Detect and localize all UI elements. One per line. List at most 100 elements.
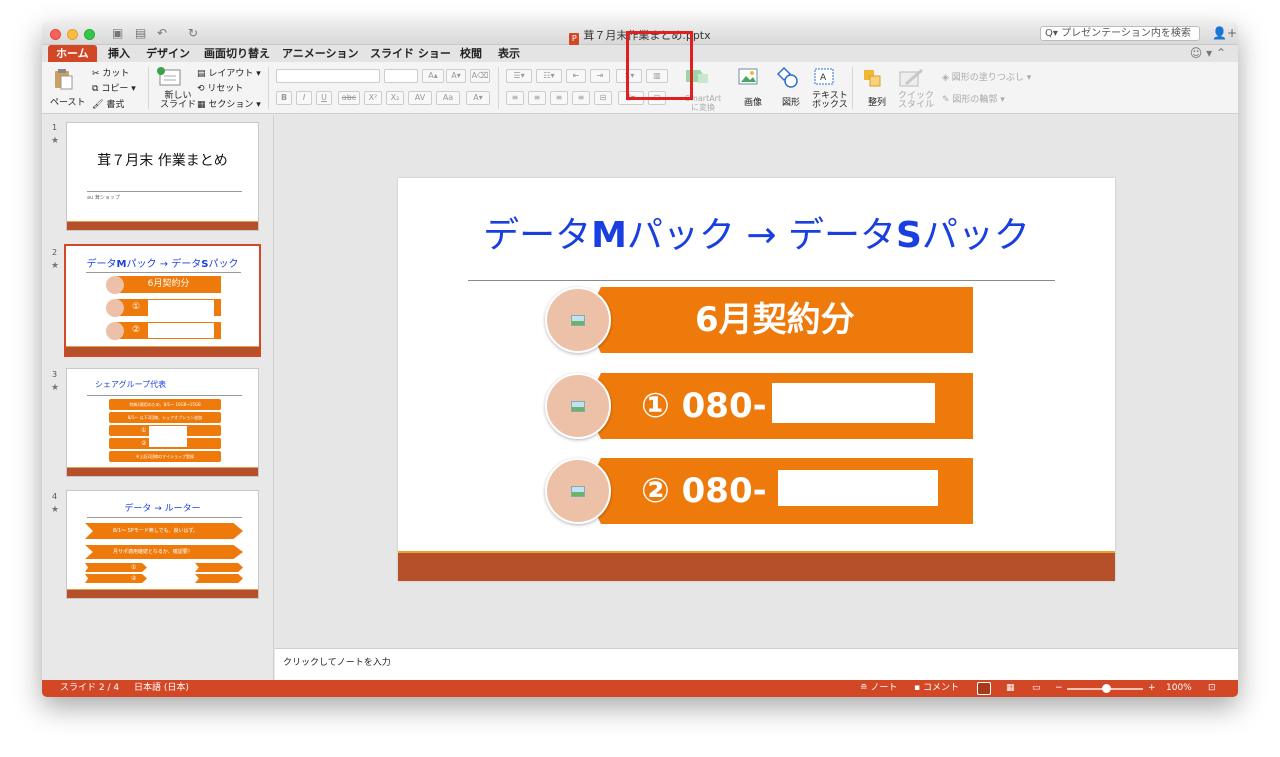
font-size-select[interactable]: [384, 69, 418, 83]
slide-title[interactable]: データMパック → データSパック: [398, 206, 1115, 258]
notes-toggle[interactable]: ≘ ノート: [860, 680, 897, 697]
search-icon: Q▾: [1045, 28, 1058, 39]
bold-button[interactable]: B: [276, 91, 292, 105]
language-indicator[interactable]: 日本語 (日本): [134, 680, 189, 697]
thumb-row: 8/1～ SPモード無しでも、良いはず。: [85, 523, 243, 539]
tab-review[interactable]: 校閲: [452, 45, 490, 62]
share-icon[interactable]: 👤+: [1212, 26, 1237, 40]
thumb-row: ②: [85, 574, 147, 583]
slide-title-part: S: [895, 215, 922, 256]
format-painter-button[interactable]: 🖌 書式: [92, 97, 124, 110]
slideshow-icon[interactable]: ▭: [1032, 680, 1041, 697]
new-slide-icon[interactable]: [156, 67, 184, 90]
font-color-button[interactable]: A▾: [466, 91, 490, 105]
char-spacing-button[interactable]: AV: [408, 91, 432, 105]
shapes-button[interactable]: 図形: [782, 95, 800, 108]
change-case-button[interactable]: Aa: [436, 91, 460, 105]
zoom-level[interactable]: 100%: [1166, 680, 1192, 697]
font-shrink-button[interactable]: A▾: [446, 69, 466, 83]
fit-to-window-icon[interactable]: ⊡: [1208, 680, 1216, 697]
decrease-indent-button[interactable]: ⇤: [566, 69, 586, 83]
thumb-row: ※上記2回線のマイショップ登録: [109, 451, 221, 462]
tab-transitions[interactable]: 画面切り替え: [196, 45, 278, 62]
tab-design[interactable]: デザイン: [138, 45, 198, 62]
strikethrough-button[interactable]: abc: [338, 91, 360, 105]
thumb-circle: [106, 299, 124, 317]
arrange-button[interactable]: 整列: [868, 95, 886, 108]
brush-icon: 🖌: [92, 100, 104, 110]
normal-view-button[interactable]: [977, 682, 991, 695]
thumb-row: ①: [85, 563, 147, 572]
slide-number: 2: [52, 248, 58, 257]
cut-button[interactable]: ✂ カット: [92, 66, 129, 79]
clear-format-button[interactable]: A⌫: [470, 69, 490, 83]
slide-position: スライド 2 / 4: [60, 683, 120, 693]
shape-fill-button[interactable]: ◈ 図形の塗りつぶし ▾: [942, 70, 1031, 83]
picture-button[interactable]: 画像: [744, 95, 762, 108]
tab-slideshow[interactable]: スライド ショー: [362, 45, 459, 62]
zoom-out-button[interactable]: −: [1055, 680, 1063, 697]
zoom-slider-knob[interactable]: [1102, 684, 1111, 693]
footer-band: [66, 347, 259, 355]
tab-view[interactable]: 表示: [490, 45, 528, 62]
pen-icon: ✎: [942, 95, 950, 105]
divider: [148, 67, 149, 109]
slide-editing-canvas[interactable]: データMパック → データSパック 6月契約分 ① 080- ② 080-: [275, 115, 1238, 648]
distribute-button[interactable]: ⊟: [594, 91, 612, 105]
slide-row-1[interactable]: 6月契約分: [545, 287, 975, 353]
row-label: 6月契約分: [695, 300, 855, 340]
feedback-icon[interactable]: ☺ ▾ ⌃: [1190, 46, 1226, 60]
shapes-icon[interactable]: [776, 66, 800, 91]
align-left-button[interactable]: ≡: [506, 91, 524, 105]
divider: [87, 517, 242, 518]
redaction-box: [778, 470, 938, 506]
bullets-button[interactable]: ☰▾: [506, 69, 532, 83]
slide-row-3[interactable]: ② 080-: [545, 458, 975, 524]
layout-icon: ▤: [197, 69, 206, 79]
quick-style-button[interactable]: クイック スタイル: [898, 92, 934, 110]
slide-thumbnail-4[interactable]: データ → ルーター 8/1～ SPモード無しでも、良いはず。 月サポ適用継続と…: [66, 490, 259, 599]
new-slide-button[interactable]: 新しい スライド: [160, 92, 196, 110]
zoom-in-button[interactable]: +: [1148, 680, 1156, 697]
reset-button[interactable]: ⟲ リセット: [197, 81, 243, 94]
slide-thumbnail-1[interactable]: 茸７月末 作業まとめ au 茸ショップ: [66, 122, 259, 231]
tab-home[interactable]: ホーム: [48, 45, 97, 62]
align-right-button[interactable]: ≡: [550, 91, 568, 105]
paste-button[interactable]: ペースト: [50, 95, 86, 108]
paste-icon[interactable]: [52, 68, 78, 90]
textbox-button[interactable]: テキスト ボックス: [812, 92, 848, 110]
tab-insert[interactable]: 挿入: [100, 45, 138, 62]
quick-style-icon[interactable]: [898, 68, 926, 91]
comments-toggle[interactable]: ▪ コメント: [914, 680, 959, 697]
notes-field[interactable]: クリックしてノートを入力: [275, 648, 1238, 680]
slide-row-2[interactable]: ① 080-: [545, 373, 975, 439]
align-center-button[interactable]: ≡: [528, 91, 546, 105]
divider: [268, 67, 269, 109]
slide-thumbnail-2[interactable]: データMパック → データSパック 6月契約分 ① ②: [64, 244, 261, 357]
italic-button[interactable]: I: [296, 91, 312, 105]
current-slide[interactable]: データMパック → データSパック 6月契約分 ① 080- ② 080-: [398, 178, 1115, 581]
font-family-select[interactable]: [276, 69, 380, 83]
subscript-button[interactable]: X₂: [386, 91, 404, 105]
increase-indent-button[interactable]: ⇥: [590, 69, 610, 83]
layout-button[interactable]: ▤ レイアウト ▾: [197, 66, 261, 79]
font-grow-button[interactable]: A▴: [422, 69, 444, 83]
arrange-icon[interactable]: [862, 68, 884, 91]
superscript-button[interactable]: X²: [364, 91, 382, 105]
tab-animations[interactable]: アニメーション: [274, 45, 367, 62]
justify-button[interactable]: ≡: [572, 91, 590, 105]
shape-outline-button[interactable]: ✎ 図形の輪郭 ▾: [942, 92, 1005, 105]
star-icon: ★: [51, 505, 60, 515]
textbox-icon[interactable]: A: [814, 68, 836, 89]
thumb-title: シェアグループ代表: [95, 380, 167, 389]
smartart-label-2: に変換: [691, 103, 716, 112]
numbering-button[interactable]: ☷▾: [536, 69, 562, 83]
search-input[interactable]: Q▾ プレゼンテーション内を検索: [1040, 26, 1200, 41]
slide-sorter-icon[interactable]: ▦: [1006, 680, 1015, 697]
picture-icon[interactable]: [738, 68, 760, 89]
underline-button[interactable]: U: [316, 91, 332, 105]
section-button[interactable]: ▦ セクション ▾: [197, 97, 261, 110]
thumb-title-part: M: [116, 259, 127, 270]
slide-thumbnail-3[interactable]: シェアグループ代表 特典2適用のため、8/1～ 10GB→15GB 8/1～ 以…: [66, 368, 259, 477]
copy-button[interactable]: ⧉ コピー ▾: [92, 81, 136, 94]
